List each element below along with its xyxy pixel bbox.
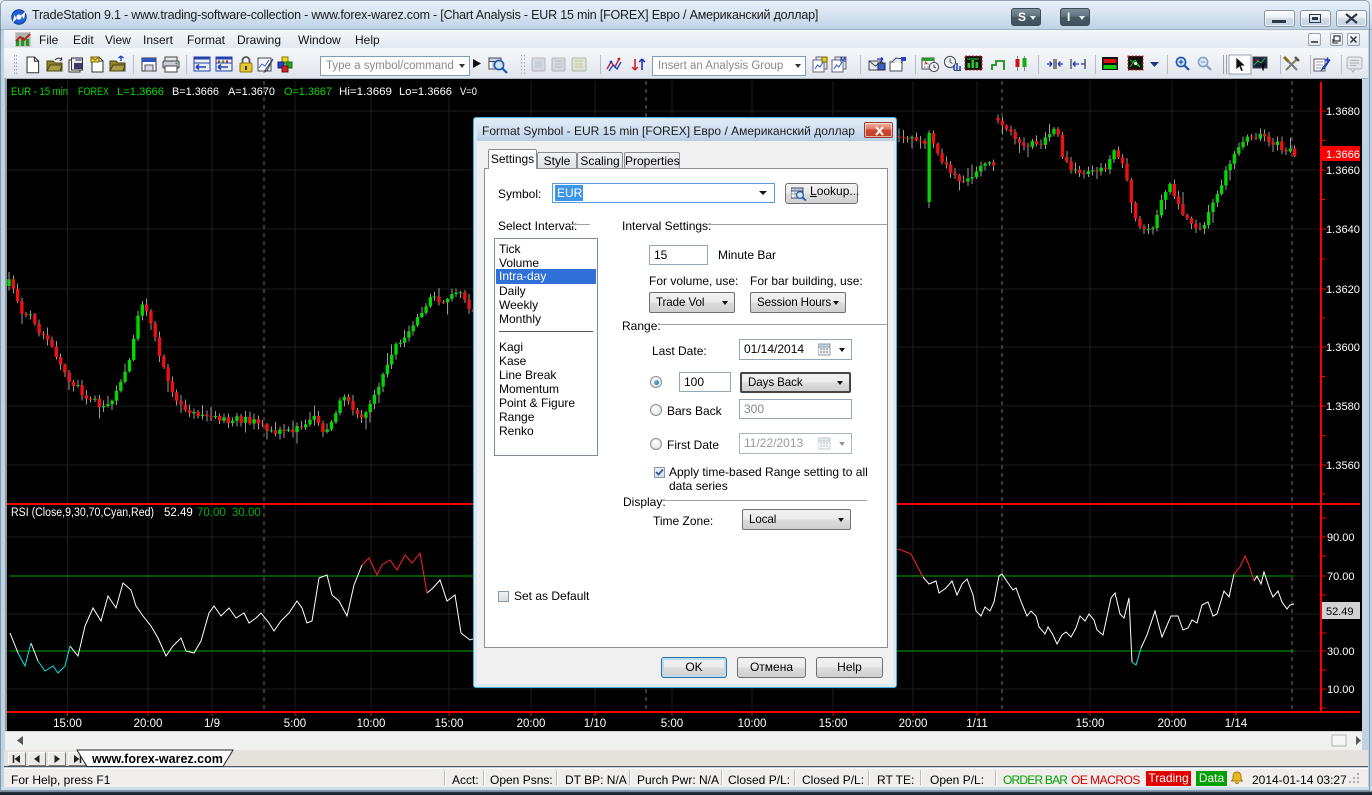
svg-text:30.00: 30.00 <box>232 507 261 519</box>
svg-text:1.3560: 1.3560 <box>1326 460 1360 472</box>
svg-text:90.00: 90.00 <box>1327 532 1355 544</box>
svg-text:20:00: 20:00 <box>1158 718 1187 730</box>
svg-text:1/9: 1/9 <box>204 718 220 730</box>
svg-text:15:00: 15:00 <box>435 718 464 730</box>
svg-text:RSI (Close,9,30,70,Cyan,Red): RSI (Close,9,30,70,Cyan,Red) <box>11 507 154 519</box>
svg-text:M: M <box>840 57 846 64</box>
svg-text:B=1.3666: B=1.3666 <box>172 86 219 98</box>
svg-text:10:00: 10:00 <box>738 718 767 730</box>
svg-text:1/14: 1/14 <box>1225 718 1248 730</box>
svg-text:10.00: 10.00 <box>1327 684 1355 696</box>
svg-text:10:00: 10:00 <box>357 718 386 730</box>
svg-text:Hi=1.3669: Hi=1.3669 <box>339 86 392 98</box>
svg-text:1.3620: 1.3620 <box>1326 284 1360 296</box>
svg-text:EUR - 15 min: EUR - 15 min <box>11 86 68 98</box>
svg-text:5:00: 5:00 <box>661 718 683 730</box>
svg-text:15:00: 15:00 <box>1076 718 1105 730</box>
svg-text:1.3660: 1.3660 <box>1326 165 1360 177</box>
svg-text:FOREX: FOREX <box>78 86 110 98</box>
svg-text:20:00: 20:00 <box>899 718 928 730</box>
svg-text:A=1.3670: A=1.3670 <box>228 86 275 98</box>
svg-text:30.00: 30.00 <box>1327 646 1355 658</box>
svg-text:15:00: 15:00 <box>819 718 848 730</box>
svg-text:Lo=1.3666: Lo=1.3666 <box>399 86 452 98</box>
svg-text:1.3640: 1.3640 <box>1326 224 1360 236</box>
svg-text:70.00: 70.00 <box>197 507 226 519</box>
svg-text:1.3600: 1.3600 <box>1326 342 1360 354</box>
svg-text:20:00: 20:00 <box>517 718 546 730</box>
svg-text:70.00: 70.00 <box>1327 571 1355 583</box>
svg-text:V=0: V=0 <box>460 86 477 98</box>
svg-text:1.3580: 1.3580 <box>1326 401 1360 413</box>
svg-text:20:00: 20:00 <box>134 718 163 730</box>
svg-text:52.49: 52.49 <box>1326 606 1354 618</box>
svg-text:1/11: 1/11 <box>966 718 988 730</box>
svg-text:1.3666: 1.3666 <box>1326 149 1360 161</box>
svg-text:T: T <box>1260 63 1266 74</box>
svg-text:1/10: 1/10 <box>584 718 606 730</box>
svg-text:www.forex-warez.com: www.forex-warez.com <box>91 752 223 766</box>
svg-text:1.3680: 1.3680 <box>1326 106 1360 118</box>
svg-text:5:00: 5:00 <box>284 718 306 730</box>
svg-text:O=1.3667: O=1.3667 <box>284 86 332 98</box>
svg-text:52.49: 52.49 <box>164 507 193 519</box>
svg-text:15:00: 15:00 <box>53 718 82 730</box>
svg-text:L=1.3666: L=1.3666 <box>117 86 164 98</box>
